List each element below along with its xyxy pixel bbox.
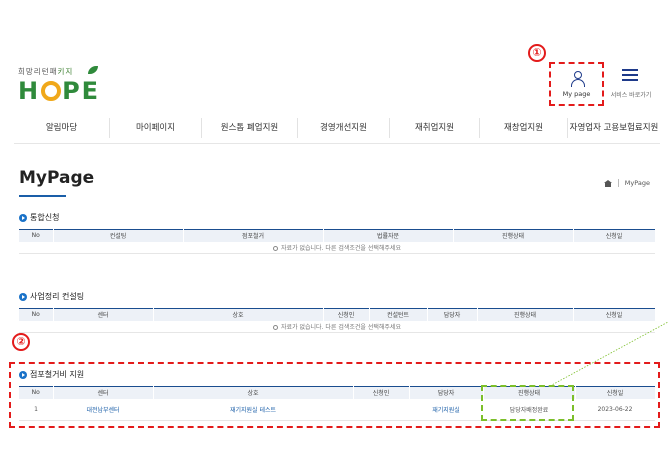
pointer-line: [549, 321, 669, 387]
